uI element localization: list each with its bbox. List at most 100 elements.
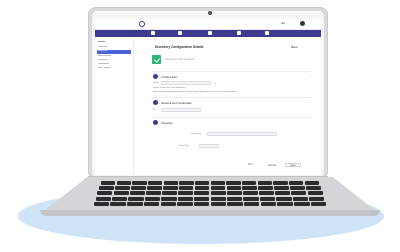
keyboard-key (178, 191, 194, 196)
cancel-button[interactable]: Cancel (268, 164, 276, 167)
keyboard-key (276, 196, 292, 201)
keyboard-key (210, 181, 226, 185)
keyboard-key (194, 196, 210, 201)
keyboard-key (194, 186, 210, 191)
chevron-down-icon[interactable]: ⌄ (309, 100, 312, 104)
chevron-down-icon[interactable]: ⌄ (309, 74, 312, 78)
step-3-icon (153, 120, 158, 125)
keyboard-key (110, 201, 126, 206)
sidebar-item-scan-targets[interactable]: Scan Targets (98, 67, 130, 70)
ip-field[interactable] (161, 108, 201, 112)
sidebar-item-overview[interactable]: Overview (98, 46, 130, 49)
divider (152, 71, 312, 72)
success-check-icon (152, 55, 161, 64)
keyboard-key (226, 191, 242, 196)
keyboard-key (160, 201, 177, 206)
keyboard-key (144, 196, 161, 201)
section1-note2: Add networks and credentials to be used … (153, 91, 238, 93)
keyboard-key (307, 191, 323, 196)
laptop-base-front (40, 210, 380, 216)
keyboard-key (99, 186, 114, 191)
keyboard-key (260, 201, 277, 206)
keyboard-key (143, 201, 160, 206)
keyboard-key (294, 201, 310, 206)
sidebar-header: Assets (98, 41, 106, 43)
name-field[interactable] (161, 81, 211, 85)
keyboard-key (288, 181, 304, 185)
keyboard-key (113, 191, 129, 196)
keyboard-key (290, 186, 305, 191)
keyboard-key (291, 191, 307, 196)
keyboard-key (177, 196, 193, 201)
page-title: Discovery Configuration Details (155, 45, 204, 49)
keyboard-key (304, 181, 319, 185)
keyboard-key (306, 186, 321, 191)
sidebar-item-all-assets[interactable]: All Assets (97, 50, 131, 54)
keyboard-key (275, 191, 291, 196)
nav-home-icon[interactable] (151, 31, 155, 35)
back-button[interactable]: Back (291, 45, 298, 49)
step-2-icon (153, 100, 158, 105)
previous-button[interactable]: Prev (248, 163, 254, 167)
keyboard-key (274, 186, 289, 191)
keyboard (86, 180, 334, 208)
keyboard-key (147, 181, 163, 185)
divider (152, 117, 312, 118)
sidebar-item-credentials[interactable]: Credentials (98, 63, 130, 66)
keyboard-key (101, 181, 116, 185)
nav-settings-icon[interactable] (265, 31, 269, 35)
section3-field-label: Frequency (191, 133, 202, 135)
keyboard-key (194, 191, 210, 196)
keyboard-key (97, 191, 113, 196)
keyboard-key (210, 186, 226, 191)
section3-label: Schedule (161, 121, 173, 125)
nav-asset-icon[interactable] (208, 31, 212, 35)
topbar-user-text: ahl (281, 21, 286, 25)
save-button[interactable]: Save (285, 163, 301, 167)
keyboard-key (129, 191, 145, 196)
keyboard-key (226, 181, 241, 185)
keyboard-key (177, 201, 193, 206)
keyboard-key (194, 181, 210, 185)
keyboard-key (227, 201, 243, 206)
keyboard-key (116, 181, 132, 185)
section1-label: Configuration (161, 75, 178, 79)
keyboard-key (145, 191, 161, 196)
keyboard-key (210, 191, 226, 196)
avatar[interactable] (300, 21, 305, 26)
start-time-field[interactable] (199, 144, 219, 148)
keyboard-key (128, 196, 144, 201)
section2-label: Network and Credentials (161, 101, 192, 105)
keyboard-key (243, 196, 259, 201)
app-logo-icon[interactable] (139, 21, 145, 27)
keyboard-key (242, 191, 258, 196)
keyboard-key (210, 196, 226, 201)
section1-field-label: Name (153, 82, 159, 84)
keyboard-key (243, 201, 260, 206)
keyboard-key (273, 181, 288, 185)
frequency-select[interactable] (207, 132, 277, 136)
keyboard-key (127, 201, 143, 206)
inline-link[interactable]: ▸ (215, 82, 216, 85)
step-1-icon (153, 74, 158, 79)
keyboard-key (193, 201, 210, 206)
keyboard-key (163, 181, 179, 185)
divider (152, 97, 312, 98)
keyboard-key (146, 186, 162, 191)
sidebar-item-asset-groups[interactable]: Asset Groups (98, 55, 130, 58)
sidebar-item-discovery[interactable]: Discovery (98, 59, 130, 62)
keyboard-key (112, 196, 128, 201)
nav-report-icon[interactable] (237, 31, 241, 35)
section2-field-label: IP (153, 109, 156, 111)
keyboard-key (131, 186, 146, 191)
keyboard-key (292, 196, 308, 201)
laptop-screen: ahl Assets Overview All Assets Asset Gro… (95, 19, 321, 175)
keyboard-key (161, 196, 177, 201)
keyboard-key (115, 186, 130, 191)
keyboard-key (162, 191, 178, 196)
nav-user-icon[interactable] (178, 31, 182, 35)
section1-note1: Define scope and scan frequency (153, 87, 186, 89)
keyboard-key (179, 181, 194, 185)
section3-field2-label: Start Time (179, 145, 189, 147)
keyboard-key (257, 181, 273, 185)
